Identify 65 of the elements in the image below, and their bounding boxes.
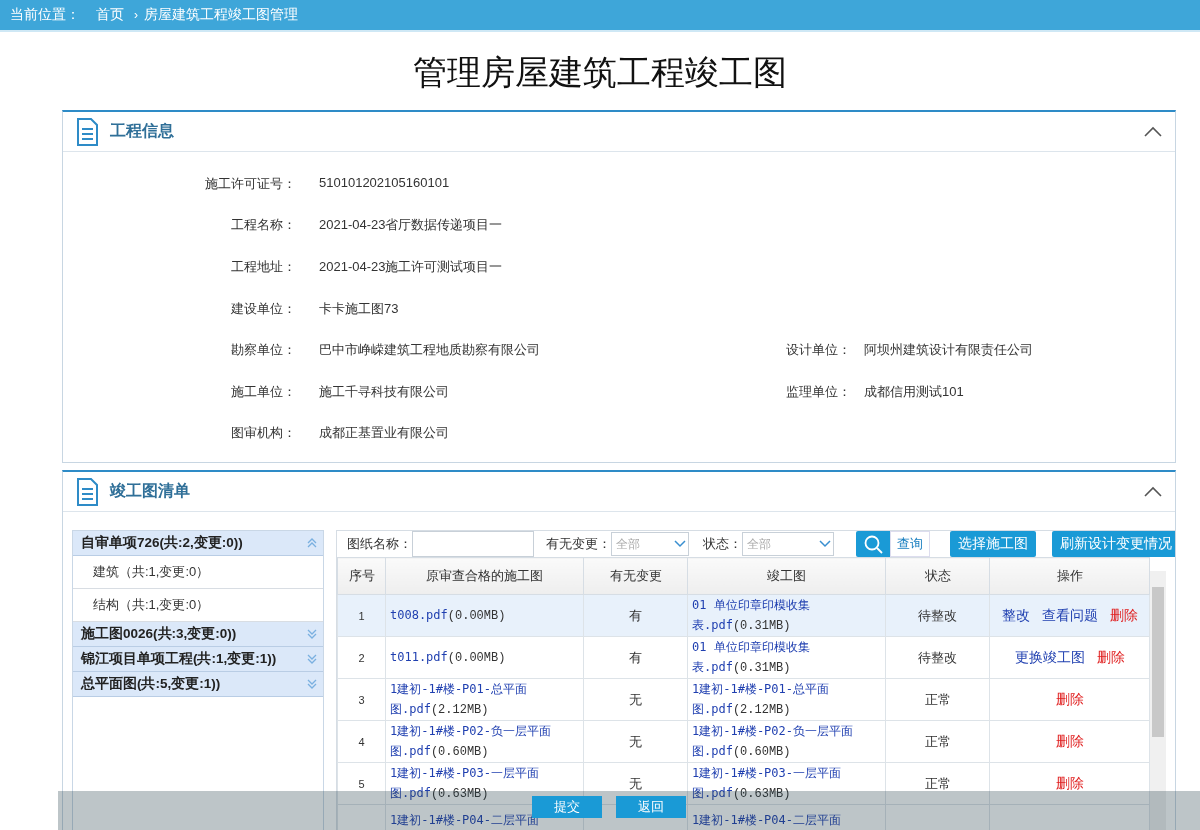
field-label: 监理单位： [785, 382, 852, 401]
filter-label: 有无变更： [546, 535, 611, 554]
action-link[interactable]: 整改 [1001, 607, 1030, 623]
tree-item[interactable]: 建筑（共:1,变更:0） [73, 556, 323, 590]
field-value: 成都正基置业有限公司 [319, 424, 449, 443]
action-link[interactable]: 更换竣工图 [1014, 649, 1085, 665]
field-label: 勘察单位： [230, 341, 297, 360]
table-row[interactable]: 3 1建初-1#楼-P01-总平面图.pdf(2.12MB) 无 1建初-1#楼-P01-总平面图.pdf(2.12MB) 正常 删除 [337, 678, 1150, 721]
table-cell: 有 [583, 594, 688, 637]
separator-icon: › [134, 8, 138, 22]
tree-group[interactable]: 锦江项目单项工程(共:1,变更:1)) [73, 647, 323, 673]
table-row[interactable]: 4 1建初-1#楼-P02-负一层平面图.pdf(0.60MB) 无 1建初-1#楼-P02-负一层平面图.pdf(0.60MB) 正常 删除 [337, 720, 1150, 763]
location-text: 房屋建筑工程竣工图管理 [144, 6, 298, 24]
table-row[interactable]: 1 t008.pdf(0.00MB) 有 01 单位印章印模收集表.pdf(0.31MB) 待整改 整改 查看问题 删除 [337, 594, 1150, 637]
field-label: 施工单位： [230, 382, 297, 401]
action-link[interactable]: 查看问题 [1041, 607, 1098, 623]
table-cell: 有 [583, 636, 688, 679]
table-cell: 待整改 [885, 594, 990, 637]
column-header: 竣工图 [687, 557, 886, 595]
field-value: 2021-04-23省厅数据传递项目一 [319, 216, 503, 235]
filter-label: 图纸名称： [347, 535, 412, 554]
breadcrumb-label: 当前位置： [10, 6, 80, 24]
field-value: 成都信用测试101 [864, 382, 964, 401]
table-cell: 正常 [885, 762, 990, 805]
column-header: 状态 [885, 557, 990, 595]
table-cell: 4 [337, 720, 386, 763]
field-value: 阿坝州建筑设计有限责任公司 [864, 341, 1033, 360]
field-value: 施工千寻科技有限公司 [319, 382, 449, 401]
field-label: 工程名称： [230, 216, 297, 235]
table-cell: 待整改 [885, 636, 990, 679]
delete-link[interactable]: 删除 [1055, 733, 1084, 749]
query-button[interactable]: 查询 [890, 531, 930, 558]
field-value: 卡卡施工图73 [319, 299, 399, 318]
delete-link[interactable]: 删除 [1109, 607, 1138, 623]
delete-link[interactable]: 删除 [1055, 775, 1084, 791]
table-cell: 2 [337, 636, 386, 679]
table-row[interactable]: 2 t011.pdf(0.00MB) 有 01 单位印章印模收集表.pdf(0.31MB) 待整改 更换竣工图 删除 [337, 636, 1150, 679]
field-value: 510101202105160101 [319, 174, 450, 192]
section-title: 工程信息 [110, 121, 175, 141]
table-cell: 正常 [885, 720, 990, 763]
section-title: 竣工图清单 [110, 481, 191, 502]
table-cell: 无 [583, 720, 688, 763]
delete-link[interactable]: 删除 [1096, 649, 1125, 665]
table-cell: 3 [337, 678, 386, 721]
tree-group[interactable]: 自审单项726(共:2,变更:0)) [73, 531, 323, 557]
column-header: 操作 [989, 557, 1150, 595]
tree-group[interactable]: 总平面图(共:5,变更:1)) [73, 672, 323, 698]
field-label: 建设单位： [230, 299, 297, 318]
tree-group[interactable]: 施工图0026(共:3,变更:0)) [73, 622, 323, 648]
delete-link[interactable]: 删除 [1055, 691, 1084, 707]
field-value: 2021-04-23施工许可测试项目一 [319, 258, 503, 276]
field-label: 工程地址： [230, 258, 297, 276]
table-cell: 正常 [885, 678, 990, 721]
field-label: 设计单位： [785, 341, 852, 360]
field-label: 施工许可证号： [204, 174, 297, 193]
column-header: 序号 [337, 557, 386, 595]
filter-label: 状态： [703, 535, 742, 554]
column-header: 有无变更 [583, 557, 688, 595]
table-cell: 无 [583, 678, 688, 721]
table-cell: 1 [337, 594, 386, 637]
field-value: 巴中市峥嵘建筑工程地质勘察有限公司 [319, 341, 540, 360]
table-cell: 5 [337, 762, 386, 805]
page-title: 管理房屋建筑工程竣工图 [413, 53, 787, 93]
column-header: 原审查合格的施工图 [385, 557, 584, 595]
field-label: 图审机构： [230, 424, 297, 443]
